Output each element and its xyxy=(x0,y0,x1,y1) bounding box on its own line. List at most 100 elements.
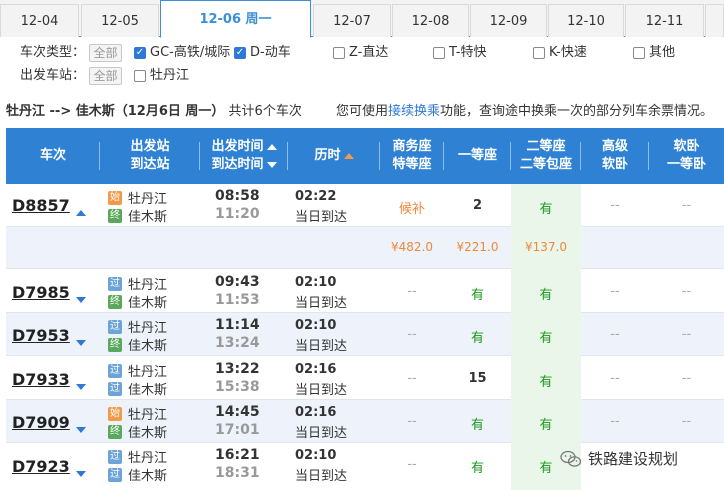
table-row[interactable]: D8857 始牡丹江 终佳木斯 08:58 11:20 02:22 当日到达 候… xyxy=(6,184,724,227)
pass-badge-icon: 过 xyxy=(108,449,122,464)
checkbox-icon[interactable] xyxy=(134,70,146,82)
checkbox-icon[interactable] xyxy=(433,47,445,59)
expand-arrow-icon[interactable] xyxy=(76,384,86,390)
date-tab-1211[interactable]: 12-11 xyxy=(625,4,704,37)
date-tab-1210[interactable]: 12-10 xyxy=(548,4,624,37)
arrival-note: 当日到达 xyxy=(295,339,348,354)
expand-arrow-icon[interactable] xyxy=(76,471,86,477)
from-station: 过牡丹江 xyxy=(108,363,168,380)
price-row: ¥482.0 ¥221.0 ¥137.0 xyxy=(6,227,724,269)
adv-soft-seat: -- xyxy=(610,371,620,386)
first-seat[interactable]: 有 xyxy=(444,327,511,346)
train-number[interactable]: D7953 xyxy=(12,326,70,345)
second-seat[interactable]: 有 xyxy=(511,371,581,390)
to-station: 终佳木斯 xyxy=(108,208,168,225)
arrival-time: 17:01 xyxy=(215,422,260,438)
business-seat: -- xyxy=(407,327,417,342)
filter-gc-label: GC-高铁/城际 xyxy=(150,45,231,60)
start-badge-icon: 始 xyxy=(108,190,122,205)
filter-z[interactable]: Z-直达 xyxy=(333,43,388,63)
expand-arrow-icon[interactable] xyxy=(76,297,86,303)
date-tab-1208[interactable]: 12-08 xyxy=(392,4,469,37)
second-seat[interactable]: 有 xyxy=(511,414,581,433)
filter-d-label: D-动车 xyxy=(250,45,291,60)
pass-badge-icon: 过 xyxy=(108,276,122,291)
adv-soft-seat: -- xyxy=(610,414,620,429)
table-header: 车次 出发站 到达站 出发时间 到达时间 历时 商务座 特等座 一等座 二等座 … xyxy=(6,128,724,184)
sort-up-icon[interactable] xyxy=(266,143,277,150)
filter-station-mudanjiang[interactable]: 牡丹江 xyxy=(134,66,189,86)
arrival-note: 当日到达 xyxy=(295,210,348,225)
filter-gc[interactable]: ✓ GC-高铁/城际 xyxy=(134,43,230,63)
collapse-arrow-icon[interactable] xyxy=(76,210,86,216)
checkbox-icon[interactable] xyxy=(533,47,545,59)
arrival-time: 15:38 xyxy=(215,379,260,395)
sort-up-icon[interactable] xyxy=(343,152,354,159)
transfer-link[interactable]: 接续换乘 xyxy=(388,104,440,119)
arrival-time: 18:31 xyxy=(215,465,260,481)
first-seat[interactable]: 有 xyxy=(444,457,511,476)
date-tab-1209[interactable]: 12-09 xyxy=(470,4,547,37)
checkbox-checked-icon[interactable]: ✓ xyxy=(134,47,146,59)
tip-prefix: 您可使用 xyxy=(336,104,389,119)
from-station: 过牡丹江 xyxy=(108,319,168,336)
table-row[interactable]: D7985 过牡丹江 终佳木斯 09:43 11:53 02:10 当日到达 -… xyxy=(6,269,724,313)
filter-d[interactable]: ✓ D-动车 xyxy=(234,43,291,63)
start-badge-icon: 始 xyxy=(108,406,122,421)
filter-other[interactable]: 其他 xyxy=(633,43,675,63)
sort-down-icon[interactable] xyxy=(266,161,277,168)
duration: 02:10 xyxy=(295,275,337,290)
filter-k[interactable]: K-快速 xyxy=(533,43,587,63)
first-seat[interactable]: 有 xyxy=(444,414,511,433)
from-station: 始牡丹江 xyxy=(108,406,168,423)
expand-arrow-icon[interactable] xyxy=(76,427,86,433)
second-seat[interactable]: 有 xyxy=(511,284,581,303)
header-soft-first: 软卧 一等卧 xyxy=(666,139,706,172)
second-seat[interactable]: 有 xyxy=(511,198,581,217)
train-number[interactable]: D7923 xyxy=(12,457,70,476)
soft-first-seat: -- xyxy=(681,371,692,386)
expand-arrow-icon[interactable] xyxy=(76,340,86,346)
train-type-all-button[interactable]: 全部 xyxy=(89,44,122,62)
departure-time: 08:58 xyxy=(215,188,260,204)
filter-other-label: 其他 xyxy=(649,45,676,60)
date-tab-1204[interactable]: 12-04 xyxy=(0,4,79,37)
first-price: ¥221.0 xyxy=(456,240,499,254)
arrival-time: 11:20 xyxy=(215,206,260,222)
table-row[interactable]: D7933 过牡丹江 过佳木斯 13:22 15:38 02:16 当日到达 -… xyxy=(6,356,724,400)
arrival-note: 当日到达 xyxy=(295,383,348,398)
date-tab-1205[interactable]: 12-05 xyxy=(81,4,159,37)
first-seat[interactable]: 2 xyxy=(444,198,511,213)
second-seat[interactable]: 有 xyxy=(511,327,581,346)
station-filter: 出发车站： 全部 牡丹江 xyxy=(0,66,724,86)
business-seat[interactable]: 候补 xyxy=(380,198,444,217)
date-tab-1207[interactable]: 12-07 xyxy=(313,4,391,37)
checkbox-checked-icon[interactable]: ✓ xyxy=(234,47,246,59)
checkbox-icon[interactable] xyxy=(633,47,645,59)
header-business: 商务座 特等座 xyxy=(380,128,444,184)
checkbox-icon[interactable] xyxy=(333,47,345,59)
end-badge-icon: 终 xyxy=(108,337,122,352)
date-tab-1206[interactable]: 12-06 周一 xyxy=(160,0,311,38)
header-second: 二等座 二等包座 xyxy=(511,128,581,184)
departure-time: 09:43 xyxy=(215,274,260,290)
train-number[interactable]: D7909 xyxy=(12,413,70,432)
from-station: 过牡丹江 xyxy=(108,276,168,293)
first-seat[interactable]: 15 xyxy=(444,371,511,386)
station-all-button[interactable]: 全部 xyxy=(89,67,122,85)
soft-first-seat: -- xyxy=(681,327,692,342)
header-duration[interactable]: 历时 xyxy=(288,128,380,184)
train-number[interactable]: D8857 xyxy=(12,196,70,215)
watermark: 铁路建设规划 xyxy=(560,448,678,469)
header-train: 车次 xyxy=(6,128,100,184)
business-seat: -- xyxy=(407,457,417,472)
header-time[interactable]: 出发时间 到达时间 xyxy=(200,128,288,184)
table-row[interactable]: D7953 过牡丹江 终佳木斯 11:14 13:24 02:10 当日到达 -… xyxy=(6,313,724,356)
first-seat[interactable]: 有 xyxy=(444,284,511,303)
arrival-note: 当日到达 xyxy=(295,296,348,311)
filter-t[interactable]: T-特快 xyxy=(433,43,486,63)
table-row[interactable]: D7909 始牡丹江 终佳木斯 14:45 17:01 02:16 当日到达 -… xyxy=(6,400,724,443)
train-type-filter: 车次类型： 全部 ✓ GC-高铁/城际 ✓ D-动车 Z-直达 T-特快 K-快… xyxy=(0,43,724,63)
train-number[interactable]: D7985 xyxy=(12,283,70,302)
train-number[interactable]: D7933 xyxy=(12,370,70,389)
